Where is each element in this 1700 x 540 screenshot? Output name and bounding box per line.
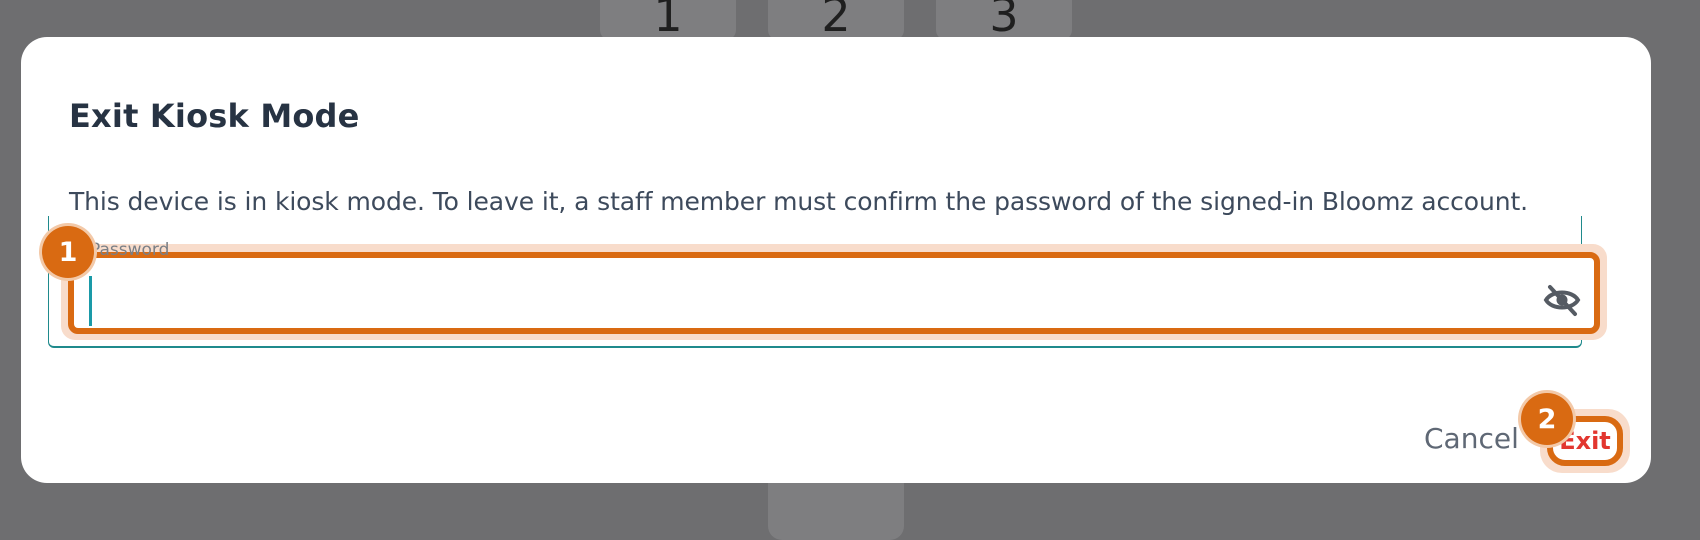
keypad-key-label: 2: [821, 0, 851, 42]
keypad-key-1[interactable]: 1: [600, 0, 736, 40]
keypad-key-3[interactable]: 3: [936, 0, 1072, 40]
dialog-title: Exit Kiosk Mode: [69, 97, 360, 135]
eye-off-icon: [1543, 285, 1581, 316]
keypad-key-2[interactable]: 2: [768, 0, 904, 40]
step-badge-1: 1: [42, 226, 94, 278]
dialog-message: This device is in kiosk mode. To leave i…: [69, 187, 1529, 216]
cancel-button[interactable]: Cancel: [1424, 422, 1519, 455]
password-input[interactable]: [88, 266, 1528, 326]
password-label: Password: [90, 240, 170, 260]
step-badge-2: 2: [1521, 393, 1573, 445]
text-caret: [89, 276, 92, 326]
keypad-key-label: 3: [989, 0, 1019, 42]
keypad-key-label: 1: [653, 0, 683, 42]
password-visibility-toggle[interactable]: [1540, 280, 1584, 320]
